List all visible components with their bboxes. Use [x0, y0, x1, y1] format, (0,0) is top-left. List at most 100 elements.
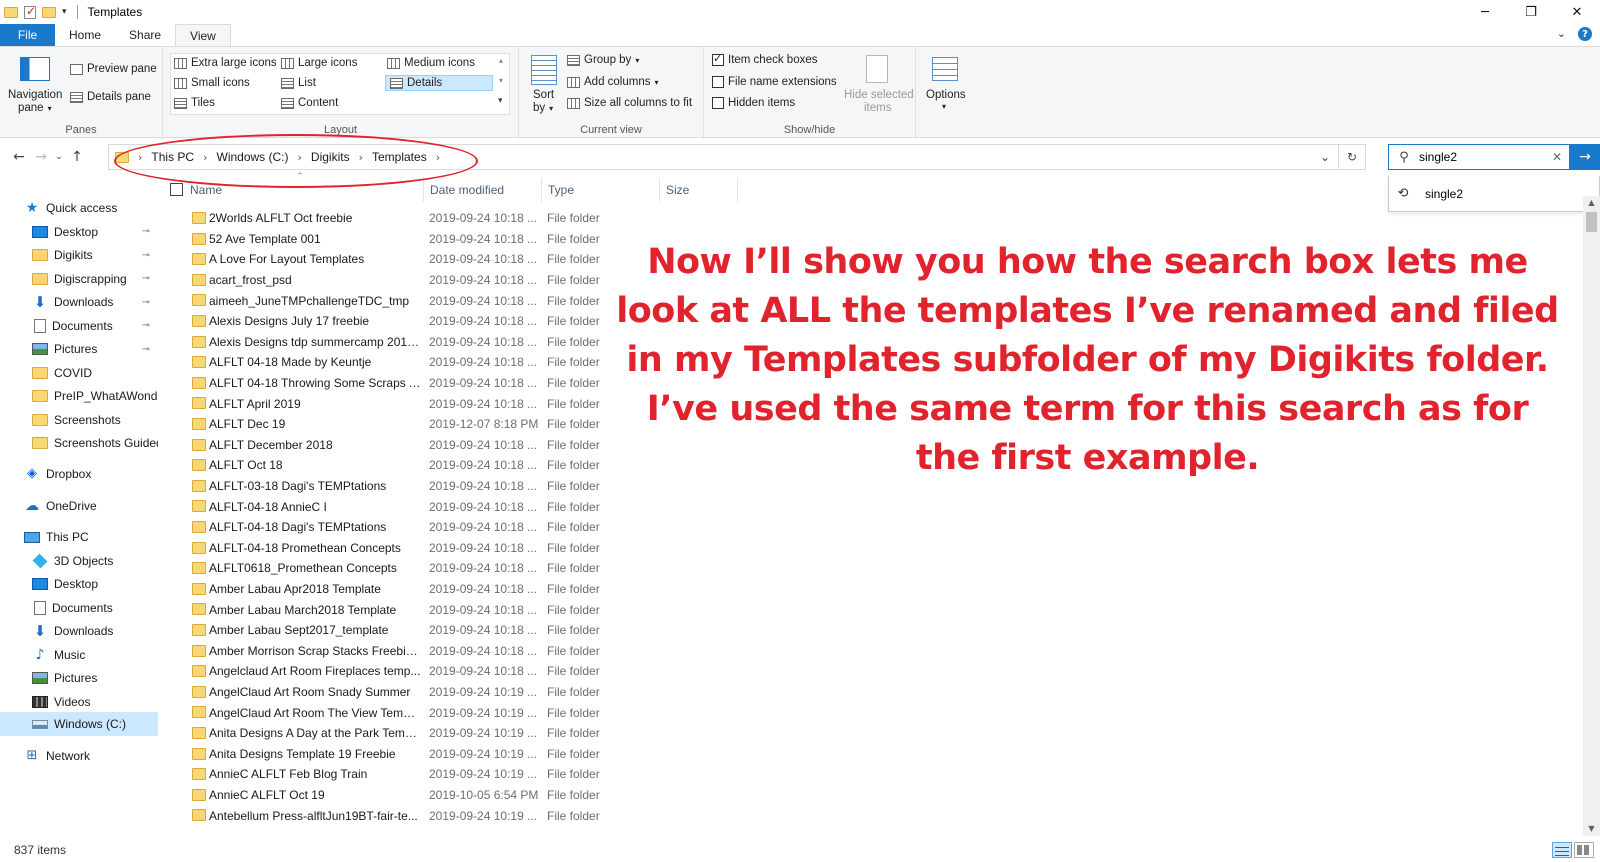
pin-icon[interactable]: ⊸: [142, 273, 150, 284]
column-header-type[interactable]: Type: [542, 178, 660, 202]
file-name[interactable]: ALFLT 04-18 Throwing Some Scraps Ar...: [209, 376, 421, 390]
sidebar-item-documents-pc[interactable]: Documents: [0, 596, 158, 620]
layout-tiles[interactable]: Tiles: [174, 97, 215, 109]
file-row[interactable]: Alexis Designs July 17 freebie 2019-09-24…: [160, 311, 620, 332]
preview-pane-button[interactable]: Preview pane: [70, 63, 157, 75]
file-name[interactable]: AngelClaud Art Room The View Templ...: [209, 706, 421, 720]
checkbox-checked[interactable]: [712, 52, 724, 66]
sidebar-item-screenshots-guided[interactable]: Screenshots Guided: [0, 431, 158, 455]
details-view-button[interactable]: [1552, 842, 1572, 858]
file-name[interactable]: 2Worlds ALFLT Oct freebie: [209, 211, 421, 225]
tab-view[interactable]: View: [175, 24, 231, 46]
file-name[interactable]: Amber Morrison Scrap Stacks Freebie ...: [209, 644, 421, 658]
search-go-button[interactable]: →: [1570, 144, 1600, 170]
hide-selected-button-2[interactable]: items: [864, 102, 891, 114]
file-name[interactable]: Amber Labau Sept2017_template: [209, 623, 421, 637]
file-row[interactable]: ALFLT0618_Promethean Concepts 2019-09-24 …: [160, 558, 620, 579]
file-row[interactable]: ALFLT-03-18 Dagi's TEMPtations 2019-09-24…: [160, 476, 620, 497]
file-row[interactable]: aimeeh_JuneTMPchallengeTDC_tmp 2019-09-24…: [160, 290, 620, 311]
file-row[interactable]: Amber Morrison Scrap Stacks Freebie ... 2…: [160, 641, 620, 662]
file-name-extensions-toggle[interactable]: File name extensions: [712, 76, 837, 88]
file-name[interactable]: Amber Labau Apr2018 Template: [209, 582, 421, 596]
customize-toolbar-icon[interactable]: ▾: [62, 7, 67, 17]
file-row[interactable]: ALFLT December 2018 2019-09-24 10:18 ... F…: [160, 435, 620, 456]
file-name[interactable]: 52 Ave Template 001: [209, 232, 421, 246]
tab-file[interactable]: File: [0, 24, 55, 46]
file-name[interactable]: Antebellum Press-alfltJun19BT-fair-te...: [209, 809, 421, 823]
pin-icon[interactable]: ⊸: [142, 226, 150, 237]
vertical-scrollbar[interactable]: ▲ ▼: [1583, 196, 1600, 836]
sidebar-item-pictures[interactable]: Pictures ⊸: [0, 337, 158, 361]
close-button[interactable]: ✕: [1554, 0, 1600, 24]
column-header-date-modified[interactable]: Date modified: [424, 178, 542, 202]
file-name[interactable]: ALFLT-03-18 Dagi's TEMPtations: [209, 479, 421, 493]
up-arrow-icon[interactable]: ↑: [66, 149, 88, 165]
sidebar-item-screenshots[interactable]: Screenshots: [0, 408, 158, 432]
file-name[interactable]: AnnieC ALFLT Oct 19: [209, 788, 421, 802]
layout-extra-large-icons[interactable]: Extra large icons: [174, 57, 277, 69]
sidebar-item-this-pc[interactable]: This PC: [0, 525, 158, 549]
file-name[interactable]: acart_frost_psd: [209, 273, 421, 287]
column-header-size[interactable]: Size: [660, 178, 738, 202]
file-name[interactable]: ALFLT December 2018: [209, 438, 421, 452]
sort-by-button-2[interactable]: by ▾: [533, 102, 553, 114]
options-dropdown[interactable]: ▾: [942, 102, 946, 111]
layout-list[interactable]: List: [281, 77, 316, 89]
file-row[interactable]: AnnieC ALFLT Feb Blog Train 2019-09-24 10…: [160, 764, 620, 785]
file-name[interactable]: ALFLT-04-18 Promethean Concepts: [209, 541, 421, 555]
sidebar-item-music[interactable]: ♪ Music: [0, 643, 158, 667]
layout-large-icons[interactable]: Large icons: [281, 57, 357, 69]
hidden-items-toggle[interactable]: Hidden items: [712, 97, 795, 109]
checkbox-unchecked[interactable]: [712, 97, 724, 109]
file-name[interactable]: Angelclaud Art Room Fireplaces temp...: [209, 664, 421, 678]
file-row[interactable]: ALFLT-04-18 Dagi's TEMPtations 2019-09-24…: [160, 517, 620, 538]
sidebar-item-3d-objects[interactable]: 3D Objects: [0, 549, 158, 573]
file-name[interactable]: A Love For Layout Templates: [209, 252, 421, 266]
file-row[interactable]: Anita Designs Template 19 Freebie 2019-09…: [160, 744, 620, 765]
file-name[interactable]: Alexis Designs tdp summercamp 2017...: [209, 335, 421, 349]
file-name[interactable]: ALFLT-04-18 AnnieC I: [209, 500, 421, 514]
file-name[interactable]: aimeeh_JuneTMPchallengeTDC_tmp: [209, 294, 421, 308]
options-button[interactable]: Options: [926, 89, 966, 101]
sidebar-item-documents[interactable]: Documents ⊸: [0, 314, 158, 338]
file-row[interactable]: Amber Labau Apr2018 Template 2019-09-24 1…: [160, 579, 620, 600]
file-row[interactable]: AnnieC ALFLT Oct 19 2019-10-05 6:54 PM Fil…: [160, 785, 620, 806]
sidebar-item-network[interactable]: ⊞ Network: [0, 744, 158, 768]
file-row[interactable]: AngelClaud Art Room Snady Summer 2019-09-…: [160, 682, 620, 703]
layout-medium-icons[interactable]: Medium icons: [387, 57, 475, 69]
navigation-pane-button[interactable]: Navigation: [8, 89, 62, 101]
file-name[interactable]: ALFLT Dec 19: [209, 417, 421, 431]
file-row[interactable]: ALFLT-04-18 Promethean Concepts 2019-09-2…: [160, 538, 620, 559]
file-row[interactable]: AngelClaud Art Room The View Templ... 201…: [160, 702, 620, 723]
refresh-icon[interactable]: ↻: [1339, 150, 1365, 164]
checkbox-unchecked[interactable]: [712, 76, 724, 88]
file-row[interactable]: Amber Labau Sept2017_template 2019-09-24 …: [160, 620, 620, 641]
collapse-ribbon-icon[interactable]: ⌄: [1557, 27, 1566, 41]
file-row[interactable]: Antebellum Press-alfltJun19BT-fair-te...…: [160, 805, 620, 826]
address-dropdown-icon[interactable]: ⌄: [1312, 150, 1338, 164]
sidebar-item-covid[interactable]: COVID: [0, 361, 158, 385]
gallery-scroll-up-icon[interactable]: ▴: [499, 56, 503, 65]
pin-icon[interactable]: ⊸: [142, 344, 150, 355]
pin-icon[interactable]: ⊸: [142, 250, 150, 261]
search-input[interactable]: single2: [1419, 150, 1545, 164]
file-row[interactable]: Angelclaud Art Room Fireplaces temp... 20…: [160, 661, 620, 682]
sort-by-button[interactable]: Sort: [533, 89, 554, 101]
scroll-down-icon[interactable]: ▼: [1583, 822, 1600, 836]
back-arrow-icon[interactable]: ←: [8, 149, 30, 165]
large-icons-view-button[interactable]: [1574, 842, 1594, 858]
sidebar-item-downloads[interactable]: ⬇ Downloads ⊸: [0, 290, 158, 314]
recent-locations-icon[interactable]: ⌄: [52, 152, 66, 162]
file-name[interactable]: Alexis Designs July 17 freebie: [209, 314, 421, 328]
group-by-button[interactable]: Group by ▾: [567, 54, 639, 66]
sidebar-item-onedrive[interactable]: ☁ OneDrive: [0, 494, 158, 518]
details-pane-button[interactable]: Details pane: [70, 91, 151, 103]
file-row[interactable]: ALFLT Oct 18 2019-09-24 10:18 ... File fol…: [160, 455, 620, 476]
sidebar-item-digikits[interactable]: Digikits ⊸: [0, 243, 158, 267]
file-name[interactable]: Anita Designs Template 19 Freebie: [209, 747, 421, 761]
file-row[interactable]: 52 Ave Template 001 2019-09-24 10:18 ... F…: [160, 229, 620, 250]
navigation-pane-button-2[interactable]: pane ▾: [18, 102, 52, 114]
tab-share[interactable]: Share: [115, 24, 175, 46]
file-row[interactable]: ALFLT Dec 19 2019-12-07 8:18 PM File folde…: [160, 414, 620, 435]
file-name[interactable]: AngelClaud Art Room Snady Summer: [209, 685, 421, 699]
